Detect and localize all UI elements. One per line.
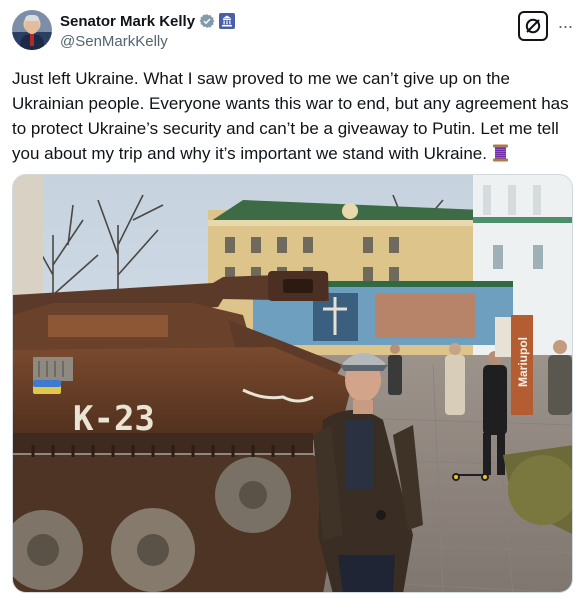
display-name-row: Senator Mark Kelly <box>60 12 236 30</box>
photo-scene: Mariupol K-23 <box>13 175 572 592</box>
tweet-header: Senator Mark Kelly @SenMarkKelly ··· <box>12 10 574 54</box>
display-name[interactable]: Senator Mark Kelly <box>60 13 195 30</box>
author-names: Senator Mark Kelly @SenMarkKelly <box>60 12 236 50</box>
mariupol-sign-text: Mariupol <box>516 337 530 387</box>
avatar-tie <box>30 34 34 46</box>
tweet-text-container: Just left Ukraine. What I saw proved to … <box>12 66 578 166</box>
verified-badge-icon[interactable] <box>199 13 215 29</box>
tweet-photo[interactable]: Mariupol K-23 <box>12 174 573 593</box>
handle[interactable]: @SenMarkKelly <box>60 33 235 50</box>
government-badge-icon[interactable] <box>219 13 236 29</box>
thread-spool-icon <box>492 144 508 162</box>
more-options-button[interactable]: ··· <box>556 16 574 36</box>
avatar-hair <box>25 15 39 21</box>
avatar[interactable] <box>12 10 52 50</box>
grok-icon <box>525 18 541 34</box>
grok-button[interactable] <box>518 11 548 41</box>
tweet-text: Just left Ukraine. What I saw proved to … <box>12 69 569 163</box>
